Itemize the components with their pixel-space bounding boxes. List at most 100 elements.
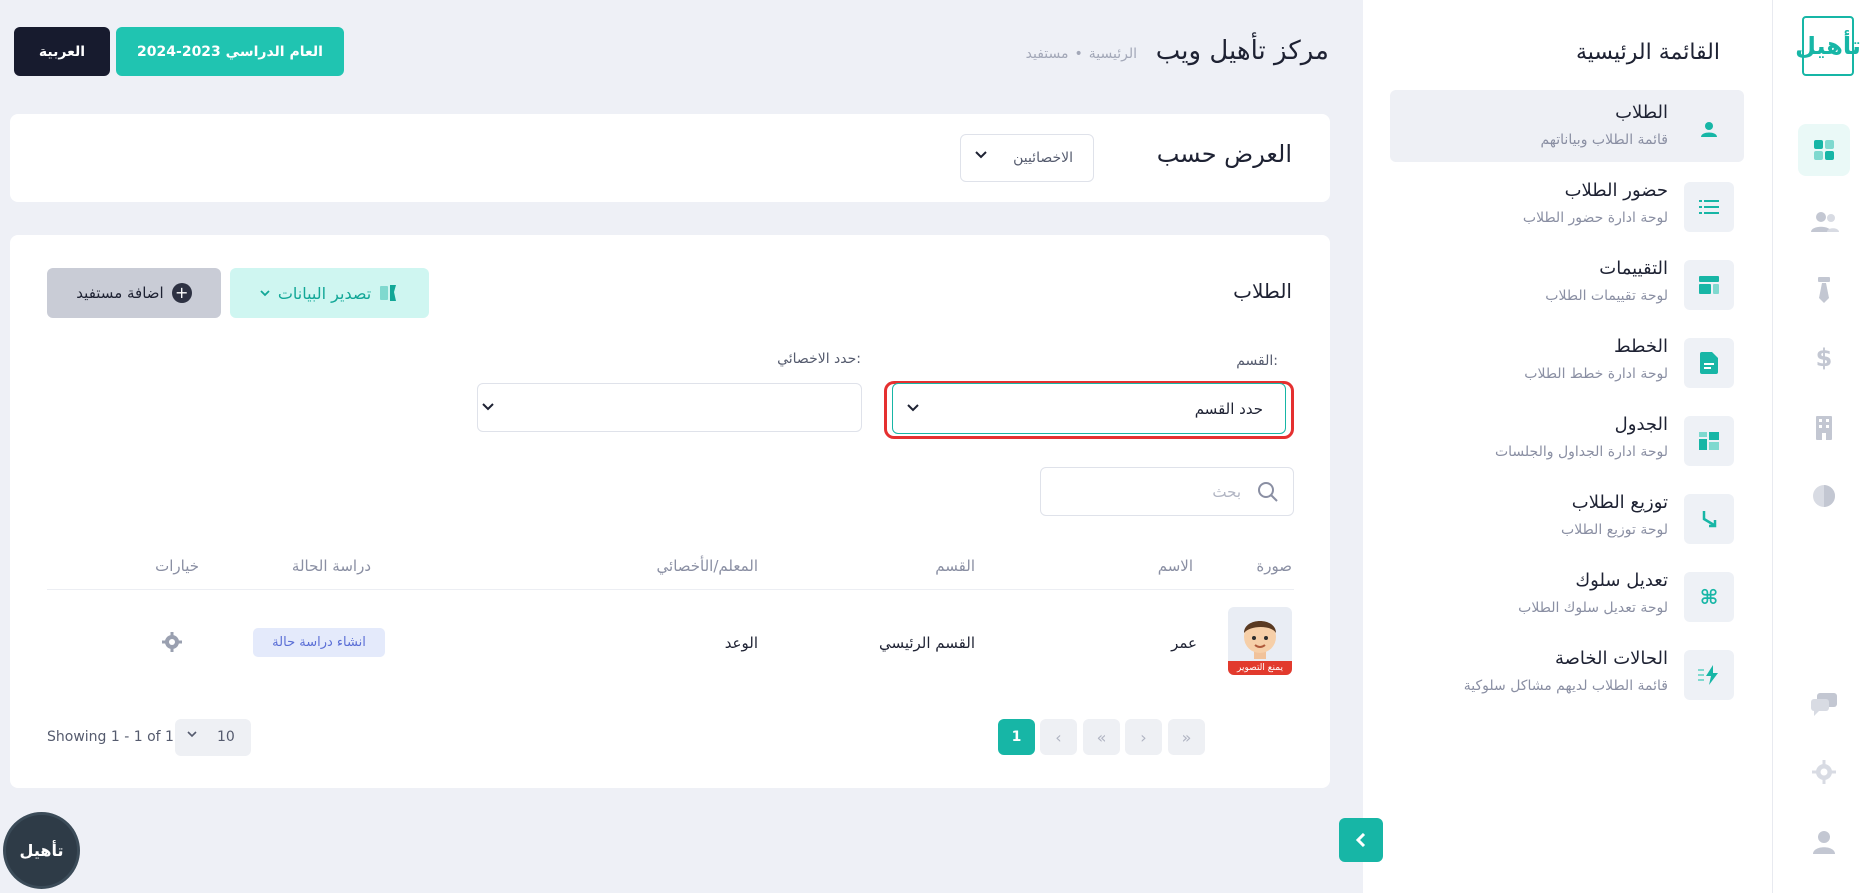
- view-by-value: الاخصائيين: [1013, 150, 1073, 166]
- cell-department: القسم الرئيسي: [878, 634, 975, 652]
- next-page-button[interactable]: ›: [1125, 719, 1162, 755]
- view-by-select[interactable]: الاخصائيين: [960, 134, 1094, 182]
- menu-item-evaluations[interactable]: التقييمات لوحة تقييمات الطلاب: [1390, 246, 1744, 318]
- list-icon: [1684, 182, 1734, 232]
- users-icon[interactable]: [1798, 196, 1850, 248]
- menu-item-subtitle: لوحة توزيع الطلاب: [1561, 522, 1668, 538]
- document-icon: [1684, 338, 1734, 388]
- column-header-case-study: دراسة الحالة: [291, 557, 371, 575]
- search-placeholder: بحث: [1212, 483, 1241, 501]
- menu-item-subtitle: لوحة ادارة الجداول والجلسات: [1494, 444, 1668, 460]
- fab-logo-text: تأهيل: [19, 841, 64, 860]
- menu-item-title: تعديل سلوك: [1575, 570, 1668, 591]
- export-data-button[interactable]: تصدير البيانات: [230, 268, 429, 318]
- add-beneficiary-button[interactable]: اضافة مستفيد +: [47, 268, 221, 318]
- gear-icon[interactable]: [162, 632, 182, 652]
- chevron-down-icon: [187, 731, 197, 738]
- gear-icon[interactable]: [1798, 746, 1850, 798]
- breadcrumb-separator: •: [1074, 46, 1083, 62]
- spreadsheet-icon: [380, 285, 397, 301]
- department-value: حدد القسم: [1194, 400, 1263, 418]
- menu-item-title: الجدول: [1614, 414, 1668, 435]
- user-icon[interactable]: [1798, 816, 1850, 868]
- user-icon: [1684, 104, 1734, 154]
- create-case-study-button[interactable]: انشاء دراسة حالة: [253, 628, 385, 657]
- chevron-down-icon: [975, 151, 987, 159]
- page-1-button[interactable]: 1: [998, 719, 1035, 755]
- view-by-label: العرض حسب: [1156, 140, 1292, 168]
- dollar-icon[interactable]: $: [1798, 332, 1850, 384]
- logo[interactable]: تأهيل: [1795, 16, 1861, 76]
- menu-item-subtitle: قائمة الطلاب وبياناتهم: [1540, 132, 1668, 148]
- menu-title: القائمة الرئيسية: [1575, 40, 1720, 65]
- chevron-left-icon: [1355, 833, 1366, 847]
- main-menu: القائمة الرئيسية الطلاب قائمة الطلاب وبي…: [1363, 0, 1772, 893]
- column-header-options: خيارات: [155, 557, 199, 575]
- dashboard-icon[interactable]: [1798, 124, 1850, 176]
- menu-item-title: الطلاب: [1615, 102, 1668, 123]
- academic-year-button[interactable]: العام الدراسي 2023-2024: [116, 27, 344, 76]
- column-header-photo: صورة: [1256, 557, 1292, 575]
- column-header-specialist: المعلم/الأخصائي: [656, 557, 758, 575]
- menu-item-students[interactable]: الطلاب قائمة الطلاب وبياناتهم: [1390, 90, 1744, 162]
- menu-item-title: حضور الطلاب: [1564, 180, 1668, 201]
- menu-item-subtitle: لوحة تقييمات الطلاب: [1545, 288, 1668, 304]
- support-chat-button[interactable]: تأهيل: [3, 812, 80, 889]
- chevron-down-icon: [907, 404, 919, 412]
- last-page-button[interactable]: »: [1168, 719, 1205, 755]
- column-header-name: الاسم: [1157, 557, 1193, 575]
- department-select[interactable]: حدد القسم: [892, 383, 1286, 434]
- students-title: الطلاب: [1233, 279, 1292, 303]
- menu-item-title: التقييمات: [1599, 258, 1668, 279]
- globe-icon[interactable]: [1798, 470, 1850, 522]
- showing-count: Showing 1 - 1 of 1: [47, 729, 174, 745]
- menu-item-attendance[interactable]: حضور الطلاب لوحة ادارة حضور الطلاب: [1390, 168, 1744, 240]
- per-page-value: 10: [217, 729, 235, 745]
- menu-item-subtitle: لوحة ادارة حضور الطلاب: [1522, 210, 1668, 226]
- menu-item-schedule[interactable]: الجدول لوحة ادارة الجداول والجلسات: [1390, 402, 1744, 474]
- no-photo-badge: يمنع التصوير: [1228, 661, 1292, 675]
- breadcrumb-current: مستفيد: [1025, 46, 1069, 62]
- students-card: الطلاب تصدير البيانات اضافة مستفيد + الق…: [10, 235, 1330, 788]
- export-data-label: تصدير البيانات: [277, 283, 372, 303]
- previous-page-button[interactable]: ‹: [1040, 719, 1077, 755]
- menu-item-title: الحالات الخاصة: [1554, 648, 1668, 669]
- header-divider: [47, 589, 1294, 590]
- menu-item-behavior[interactable]: ⌘ تعديل سلوك لوحة تعديل سلوك الطلاب: [1390, 558, 1744, 630]
- layout-icon: [1684, 260, 1734, 310]
- breadcrumb: الرئيسية • مستفيد: [1026, 46, 1137, 62]
- tie-icon[interactable]: [1798, 264, 1850, 316]
- department-label: القسم:: [1236, 353, 1278, 369]
- specialist-label: حدد الاخصائي:: [777, 351, 861, 367]
- chevron-down-icon: [260, 289, 270, 296]
- breadcrumb-home[interactable]: الرئيسية: [1089, 46, 1137, 62]
- menu-item-special-cases[interactable]: الحالات الخاصة قائمة الطلاب لديهم مشاكل …: [1390, 636, 1744, 708]
- building-icon[interactable]: [1798, 402, 1850, 454]
- avatar: يمنع التصوير: [1228, 607, 1292, 675]
- menu-item-subtitle: لوحة ادارة خطط الطلاب: [1524, 366, 1668, 382]
- logo-text: تأهيل: [1795, 32, 1861, 60]
- first-page-button[interactable]: «: [1083, 719, 1120, 755]
- cell-name: عمر: [1171, 634, 1197, 652]
- menu-item-title: الخطط: [1614, 336, 1668, 357]
- specialist-select[interactable]: [477, 383, 862, 432]
- schedule-icon: [1684, 416, 1734, 466]
- icon-rail: تأهيل $: [1772, 0, 1872, 893]
- menu-item-subtitle: لوحة تعديل سلوك الطلاب: [1518, 600, 1668, 616]
- command-icon: ⌘: [1684, 572, 1734, 622]
- column-header-department: القسم: [935, 557, 975, 575]
- chat-icon[interactable]: [1798, 678, 1850, 730]
- collapse-menu-button[interactable]: [1339, 818, 1383, 862]
- per-page-select[interactable]: 10: [175, 719, 251, 756]
- page-title: مركز تأهيل ويب: [1155, 36, 1329, 66]
- cell-specialist: الوعد: [724, 634, 758, 652]
- menu-item-subtitle: قائمة الطلاب لديهم مشاكل سلوكية: [1463, 678, 1668, 694]
- view-by-card: العرض حسب الاخصائيين: [10, 114, 1330, 202]
- add-beneficiary-label: اضافة مستفيد: [76, 284, 164, 302]
- search-input[interactable]: بحث: [1040, 467, 1294, 516]
- lightning-icon: [1684, 650, 1734, 700]
- menu-item-plans[interactable]: الخطط لوحة ادارة خطط الطلاب: [1390, 324, 1744, 396]
- language-button[interactable]: العربية: [14, 27, 110, 76]
- menu-item-title: توزيع الطلاب: [1571, 492, 1668, 513]
- menu-item-distribution[interactable]: توزيع الطلاب لوحة توزيع الطلاب: [1390, 480, 1744, 552]
